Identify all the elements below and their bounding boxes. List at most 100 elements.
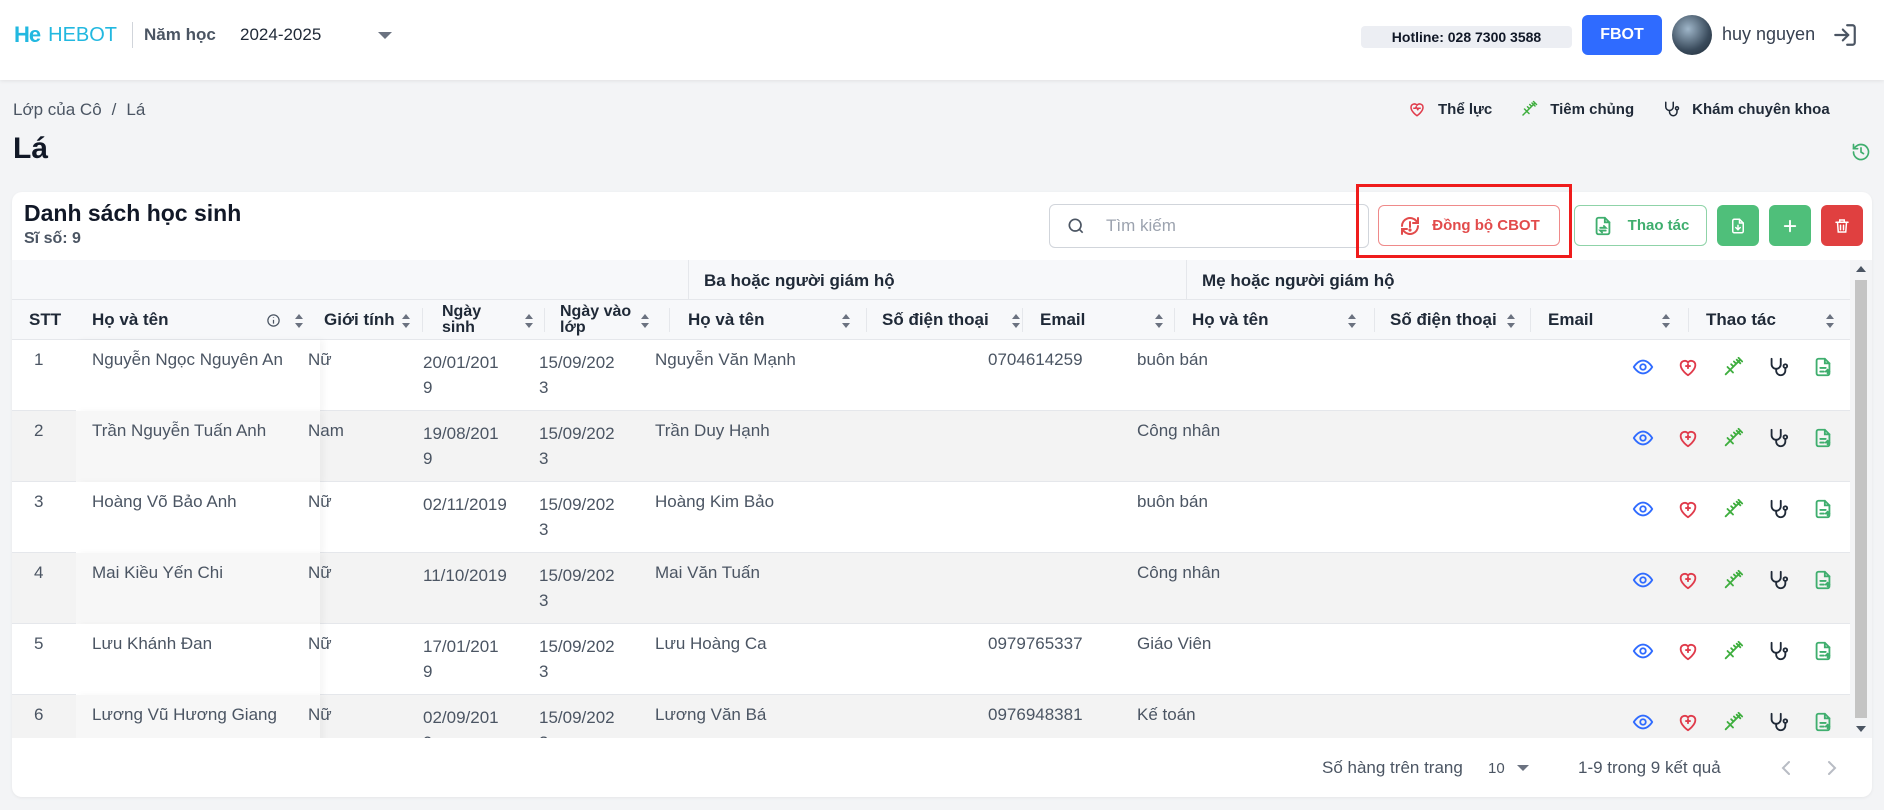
row-actions xyxy=(1632,569,1834,591)
cell-gender: Nữ xyxy=(308,350,332,369)
sort-icon[interactable] xyxy=(401,314,411,328)
sort-icon[interactable] xyxy=(1506,314,1516,328)
sort-icon[interactable] xyxy=(841,314,851,328)
heart-pulse-icon[interactable] xyxy=(1677,711,1699,733)
cell-father-email: Giáo Viên xyxy=(1137,634,1212,653)
cell-dob: 19/08/2019 xyxy=(423,424,499,468)
table-row[interactable]: 2 Trần Nguyễn Tuấn Anh Nam 19/08/2019 15… xyxy=(12,411,1850,482)
scroll-down-arrow-icon[interactable] xyxy=(1856,726,1866,732)
file-export-icon[interactable] xyxy=(1812,569,1834,591)
heart-pulse-icon[interactable] xyxy=(1677,498,1699,520)
user-name[interactable]: huy nguyen xyxy=(1722,24,1815,45)
stethoscope-icon[interactable] xyxy=(1767,711,1789,733)
cell-father-email: Công nhân xyxy=(1137,563,1221,582)
syringe-icon[interactable] xyxy=(1722,427,1744,449)
school-year-select[interactable]: 2024-2025 xyxy=(236,18,396,52)
sort-icon[interactable] xyxy=(1154,314,1164,328)
cell-name[interactable]: Nguyễn Ngọc Nguyên An xyxy=(92,350,283,370)
stethoscope-icon[interactable] xyxy=(1767,356,1789,378)
syringe-icon[interactable] xyxy=(1722,640,1744,662)
table-row[interactable]: 4 Mai Kiều Yến Chi Nữ 11/10/2019 15/09/2… xyxy=(12,553,1850,624)
chevron-right-icon[interactable] xyxy=(1820,756,1844,780)
cell-name[interactable]: Mai Kiều Yến Chi xyxy=(92,563,223,583)
avatar[interactable] xyxy=(1672,15,1712,55)
file-export-icon[interactable] xyxy=(1812,711,1834,733)
eye-icon[interactable] xyxy=(1632,498,1654,520)
col-father-phone[interactable]: Số điện thoại xyxy=(882,300,989,340)
heart-pulse-icon[interactable] xyxy=(1677,640,1699,662)
delete-button[interactable] xyxy=(1821,205,1863,246)
sort-icon[interactable] xyxy=(640,314,650,328)
stethoscope-icon[interactable] xyxy=(1767,427,1789,449)
quick-link-specialist[interactable]: Khám chuyên khoa xyxy=(1662,100,1830,118)
col-father-email[interactable]: Email xyxy=(1040,300,1085,340)
sync-cbot-button[interactable]: Đồng bộ CBOT xyxy=(1378,205,1560,246)
table-row[interactable]: 5 Lưu Khánh Đan Nữ 17/01/2019 15/09/2023… xyxy=(12,624,1850,695)
col-mother-name[interactable]: Họ và tên xyxy=(1192,300,1269,340)
table-scrollbar[interactable] xyxy=(1850,260,1872,738)
col-gender[interactable]: Giới tính xyxy=(324,300,395,340)
info-icon[interactable] xyxy=(266,313,281,328)
syringe-icon[interactable] xyxy=(1722,711,1744,733)
syringe-icon[interactable] xyxy=(1722,498,1744,520)
logout-icon[interactable] xyxy=(1832,22,1858,48)
eye-icon[interactable] xyxy=(1632,569,1654,591)
app-logo[interactable]: He HEBOT xyxy=(11,22,117,48)
stethoscope-icon[interactable] xyxy=(1767,569,1789,591)
search-input[interactable] xyxy=(1104,215,1344,237)
chevron-left-icon[interactable] xyxy=(1774,756,1798,780)
file-export-icon[interactable] xyxy=(1812,427,1834,449)
file-export-icon[interactable] xyxy=(1812,498,1834,520)
sort-icon[interactable] xyxy=(294,314,304,328)
rows-per-page-select[interactable]: 10 xyxy=(1488,754,1548,782)
table-row[interactable]: 1 Nguyễn Ngọc Nguyên An Nữ 20/01/2019 15… xyxy=(12,340,1850,411)
heart-pulse-icon[interactable] xyxy=(1677,427,1699,449)
search-box[interactable] xyxy=(1049,204,1369,248)
col-enroll-line1: Ngày vào xyxy=(560,303,632,320)
fbot-button[interactable]: FBOT xyxy=(1582,15,1662,55)
cell-dob: 02/11/2019 xyxy=(423,495,507,514)
history-icon[interactable] xyxy=(1851,142,1871,162)
file-export-icon[interactable] xyxy=(1812,356,1834,378)
add-student-button[interactable] xyxy=(1769,205,1811,246)
row-actions xyxy=(1632,711,1834,733)
eye-icon[interactable] xyxy=(1632,356,1654,378)
heart-pulse-icon[interactable] xyxy=(1677,356,1699,378)
file-export-icon[interactable] xyxy=(1812,640,1834,662)
col-mother-phone[interactable]: Số điện thoại xyxy=(1390,300,1497,340)
cell-gender: Nữ xyxy=(308,634,332,653)
cell-name[interactable]: Lương Vũ Hương Giang xyxy=(92,705,277,725)
sort-icon[interactable] xyxy=(1661,314,1671,328)
quick-link-physical[interactable]: Thể lực xyxy=(1408,100,1492,118)
cell-name[interactable]: Lưu Khánh Đan xyxy=(92,634,212,654)
father-group-header: Ba hoặc người giám hộ xyxy=(704,271,895,290)
scroll-thumb[interactable] xyxy=(1855,280,1867,718)
cell-name[interactable]: Hoàng Võ Bảo Anh xyxy=(92,492,237,512)
scroll-up-arrow-icon[interactable] xyxy=(1856,266,1866,272)
cell-stt: 4 xyxy=(34,563,44,582)
heart-pulse-icon[interactable] xyxy=(1677,569,1699,591)
export-button[interactable] xyxy=(1717,205,1759,246)
stethoscope-icon[interactable] xyxy=(1767,640,1789,662)
stethoscope-icon[interactable] xyxy=(1767,498,1789,520)
cell-father-name: Mai Văn Tuấn xyxy=(655,563,760,582)
quick-link-vaccination[interactable]: Tiêm chủng xyxy=(1520,100,1634,118)
breadcrumb-class-link[interactable]: Lớp của Cô xyxy=(13,100,102,120)
eye-icon[interactable] xyxy=(1632,640,1654,662)
sort-icon[interactable] xyxy=(1347,314,1357,328)
actions-button[interactable]: Thao tác xyxy=(1574,205,1707,246)
col-father-name[interactable]: Họ và tên xyxy=(688,300,765,340)
col-mother-email[interactable]: Email xyxy=(1548,300,1593,340)
sort-icon[interactable] xyxy=(524,314,534,328)
syringe-icon[interactable] xyxy=(1722,569,1744,591)
col-name[interactable]: Họ và tên xyxy=(92,300,169,340)
table-row[interactable]: 3 Hoàng Võ Bảo Anh Nữ 02/11/2019 15/09/2… xyxy=(12,482,1850,553)
sort-icon[interactable] xyxy=(1825,314,1835,328)
sort-icon[interactable] xyxy=(1011,314,1021,328)
table-row[interactable]: 6 Lương Vũ Hương Giang Nữ 02/09/2019 15/… xyxy=(12,695,1850,738)
eye-icon[interactable] xyxy=(1632,427,1654,449)
syringe-icon[interactable] xyxy=(1722,356,1744,378)
cell-father-email: Kế toán xyxy=(1137,705,1196,724)
eye-icon[interactable] xyxy=(1632,711,1654,733)
cell-name[interactable]: Trần Nguyễn Tuấn Anh xyxy=(92,421,266,441)
